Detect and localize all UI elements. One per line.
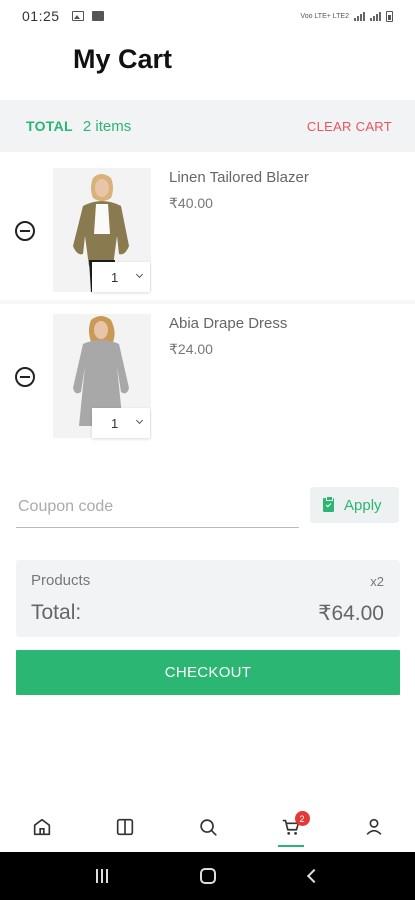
nav-home[interactable] — [0, 806, 83, 852]
quantity-value: 1 — [111, 415, 119, 431]
nav-profile[interactable] — [332, 806, 415, 852]
remove-item-icon[interactable] — [15, 221, 35, 241]
message-notification-icon — [91, 11, 104, 21]
battery-icon — [386, 10, 393, 22]
bottom-nav: 2 — [0, 806, 415, 852]
categories-icon — [116, 818, 133, 836]
quantity-select[interactable]: 1 — [92, 262, 150, 292]
status-bar: 01:25 Voo LTE+ LTE2 — [0, 0, 415, 32]
recent-apps-icon[interactable] — [96, 869, 109, 883]
signal-2-icon — [370, 11, 381, 21]
nav-search[interactable] — [166, 806, 249, 852]
product-price: ₹40.00 — [169, 195, 213, 211]
nav-categories[interactable] — [83, 806, 166, 852]
cart-totals-bar: TOTAL 2 items CLEAR CART — [0, 100, 415, 152]
total-label: TOTAL — [26, 118, 73, 134]
chevron-down-icon — [135, 416, 144, 425]
remove-item-icon[interactable] — [15, 367, 35, 387]
network-label: Voo LTE+ LTE2 — [300, 12, 349, 20]
status-time: 01:25 — [22, 8, 60, 24]
status-right: Voo LTE+ LTE2 — [300, 10, 393, 22]
product-name[interactable]: Abia Drape Dress — [169, 315, 287, 332]
products-count: x2 — [370, 574, 384, 589]
total-label: Total: — [31, 601, 82, 624]
products-label: Products — [31, 572, 91, 589]
home-icon — [33, 818, 50, 836]
page-title: My Cart — [73, 44, 173, 74]
signal-icon — [354, 11, 365, 21]
checkout-button[interactable]: CHECKOUT — [16, 650, 400, 695]
cart-item: 1 Abia Drape Dress ₹24.00 — [0, 304, 415, 450]
system-navigation-bar — [0, 852, 415, 900]
clipboard-check-icon — [323, 496, 334, 512]
gallery-notification-icon — [71, 11, 84, 21]
clear-cart-button[interactable]: CLEAR CART — [307, 119, 392, 134]
back-icon[interactable] — [306, 868, 321, 884]
nav-cart[interactable]: 2 — [249, 806, 332, 852]
apply-coupon-button[interactable]: Apply — [310, 487, 399, 523]
product-name[interactable]: Linen Tailored Blazer — [169, 169, 309, 186]
quantity-value: 1 — [111, 269, 119, 285]
search-icon — [199, 819, 217, 836]
order-summary: Products x2 Total: ₹64.00 — [16, 560, 400, 637]
profile-icon — [366, 818, 381, 835]
active-tab-indicator — [277, 845, 304, 847]
product-price: ₹24.00 — [169, 341, 213, 357]
coupon-code-input[interactable] — [16, 486, 299, 528]
quantity-select[interactable]: 1 — [92, 408, 150, 438]
notification-icons — [71, 11, 104, 21]
item-count: 2 items — [82, 117, 132, 135]
cart-badge: 2 — [294, 811, 310, 826]
home-button-icon[interactable] — [200, 868, 217, 884]
total-value: ₹64.00 — [318, 602, 384, 625]
apply-label: Apply — [344, 496, 382, 514]
cart-item: 1 Linen Tailored Blazer ₹40.00 — [0, 152, 415, 298]
chevron-down-icon — [135, 270, 144, 279]
